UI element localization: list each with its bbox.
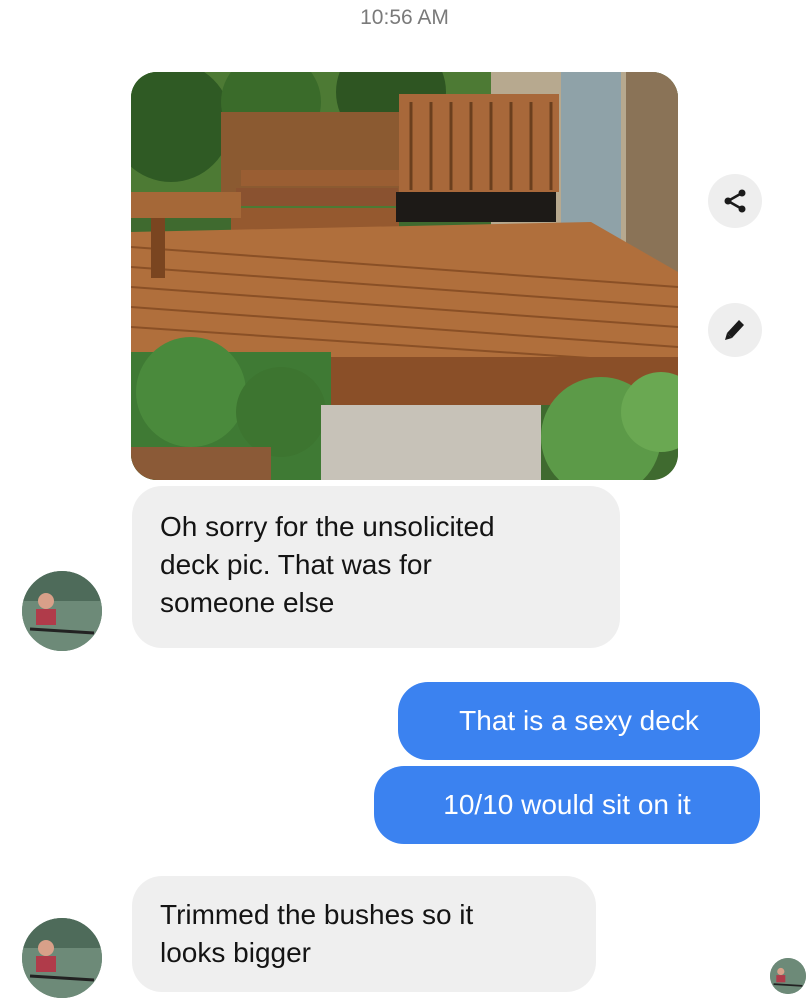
message-line: looks bigger bbox=[160, 937, 311, 968]
edit-button[interactable] bbox=[708, 303, 762, 357]
message-line: Trimmed the bushes so it bbox=[160, 899, 474, 930]
share-icon bbox=[724, 189, 746, 213]
incoming-message[interactable]: Trimmed the bushes so it looks bigger bbox=[132, 876, 596, 992]
avatar-image bbox=[22, 571, 102, 651]
pencil-icon bbox=[725, 320, 744, 340]
avatar-image bbox=[22, 918, 102, 998]
deck-photo-image bbox=[131, 72, 678, 480]
outgoing-message[interactable]: 10/10 would sit on it bbox=[374, 766, 760, 844]
contact-avatar[interactable] bbox=[22, 571, 102, 651]
read-receipt-image bbox=[770, 958, 806, 994]
incoming-message[interactable]: Oh sorry for the unsolicited deck pic. T… bbox=[132, 486, 620, 648]
timestamp: 10:56 AM bbox=[360, 6, 449, 29]
message-line: Oh sorry for the unsolicited bbox=[160, 511, 495, 542]
read-receipt-avatar bbox=[770, 958, 806, 994]
share-button[interactable] bbox=[708, 174, 762, 228]
message-line: deck pic. That was for bbox=[160, 549, 432, 580]
message-line: someone else bbox=[160, 587, 335, 618]
contact-avatar[interactable] bbox=[22, 918, 102, 998]
deck-photo[interactable] bbox=[131, 72, 678, 480]
outgoing-message[interactable]: That is a sexy deck bbox=[398, 682, 760, 760]
